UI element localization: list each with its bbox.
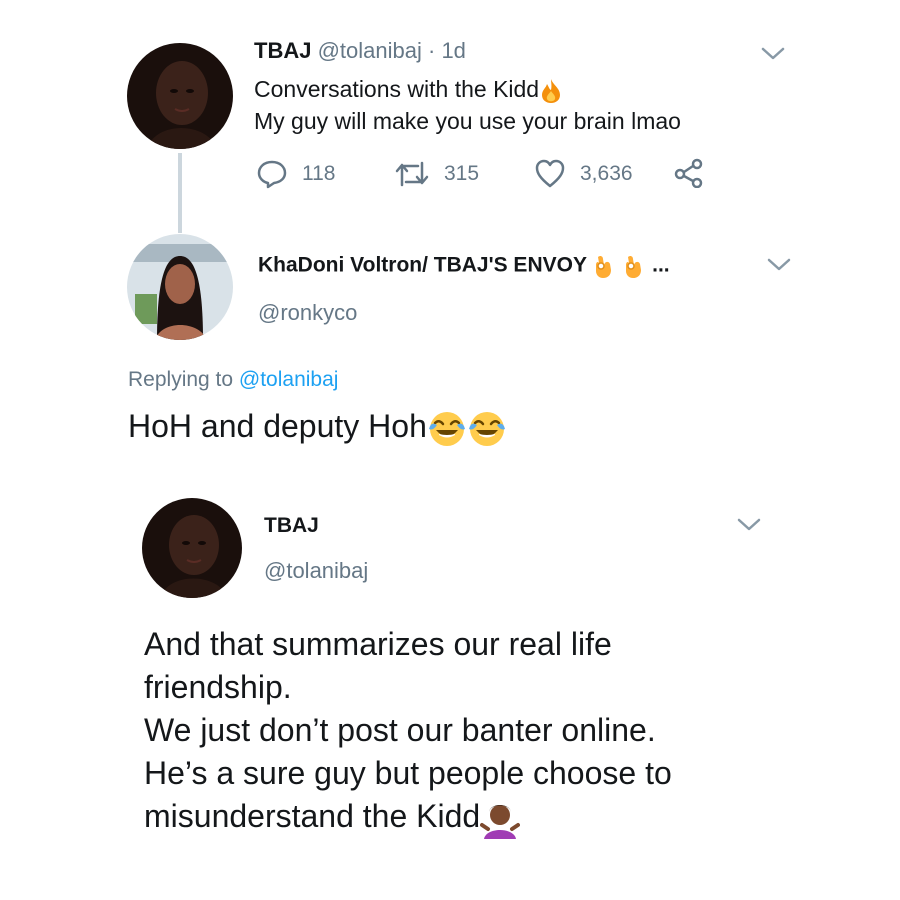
display-name-text: KhaDoni Voltron/ TBAJ'S ENVOY [258,253,587,277]
username[interactable]: @tolanibaj [318,38,422,63]
avatar[interactable] [127,234,233,340]
like-button[interactable]: 3,636 [534,159,633,189]
tweet-line: HoH and deputy Hoh [128,408,427,444]
tweet-line: My guy will make you use your brain lmao [254,108,681,134]
avatar[interactable] [127,43,233,149]
heart-icon [535,159,565,188]
chevron-down-icon[interactable] [760,46,786,62]
share-icon[interactable] [673,158,705,188]
retweet-count: 315 [444,162,480,185]
retweet-icon [395,161,429,187]
fire-emoji [542,78,561,103]
replying-to-link[interactable]: @tolanibaj [239,368,339,391]
retweet-button[interactable]: 315 [394,159,479,189]
chevron-down-icon[interactable] [766,257,792,273]
avatar[interactable] [142,498,242,598]
tweet-header: TBAJ @tolanibaj · 1d [254,38,466,64]
display-name[interactable]: KhaDoni Voltron/ TBAJ'S ENVOY ... [258,253,670,279]
display-name[interactable]: TBAJ [264,514,319,538]
laughing-tears-emoji [468,411,505,446]
replying-to: Replying to @tolanibaj [128,368,338,392]
timestamp[interactable]: · 1d [428,38,466,63]
tweet-line: misunderstand the Kidd [144,798,481,834]
tweet-text: Conversations with the Kidd My guy will … [254,73,681,137]
tweet-line: He’s a sure guy but people choose to [144,755,672,791]
replying-to-label: Replying to [128,368,239,391]
ok-hand-emoji [626,255,642,278]
tweet-text: HoH and deputy Hoh [128,408,507,449]
name-ellipsis: ... [652,253,670,277]
tweet-text: And that summarizes our real life friend… [144,623,672,839]
shrug-emoji [480,804,521,839]
ok-hand-emoji [596,255,612,278]
username[interactable]: @ronkyco [258,300,357,326]
laughing-tears-emoji [428,411,465,446]
tweet-line: friendship. [144,669,292,705]
reply-icon [257,160,287,189]
display-name[interactable]: TBAJ [254,38,311,63]
chevron-down-icon[interactable] [736,517,762,533]
like-count: 3,636 [580,162,633,185]
tweet-line: And that summarizes our real life [144,626,612,662]
reply-button[interactable]: 118 [256,159,335,189]
reply-count: 118 [302,162,336,185]
username[interactable]: @tolanibaj [264,558,368,584]
tweet-line: Conversations with the Kidd [254,76,540,102]
thread-line [178,153,182,233]
tweet-line: We just don’t post our banter online. [144,712,656,748]
